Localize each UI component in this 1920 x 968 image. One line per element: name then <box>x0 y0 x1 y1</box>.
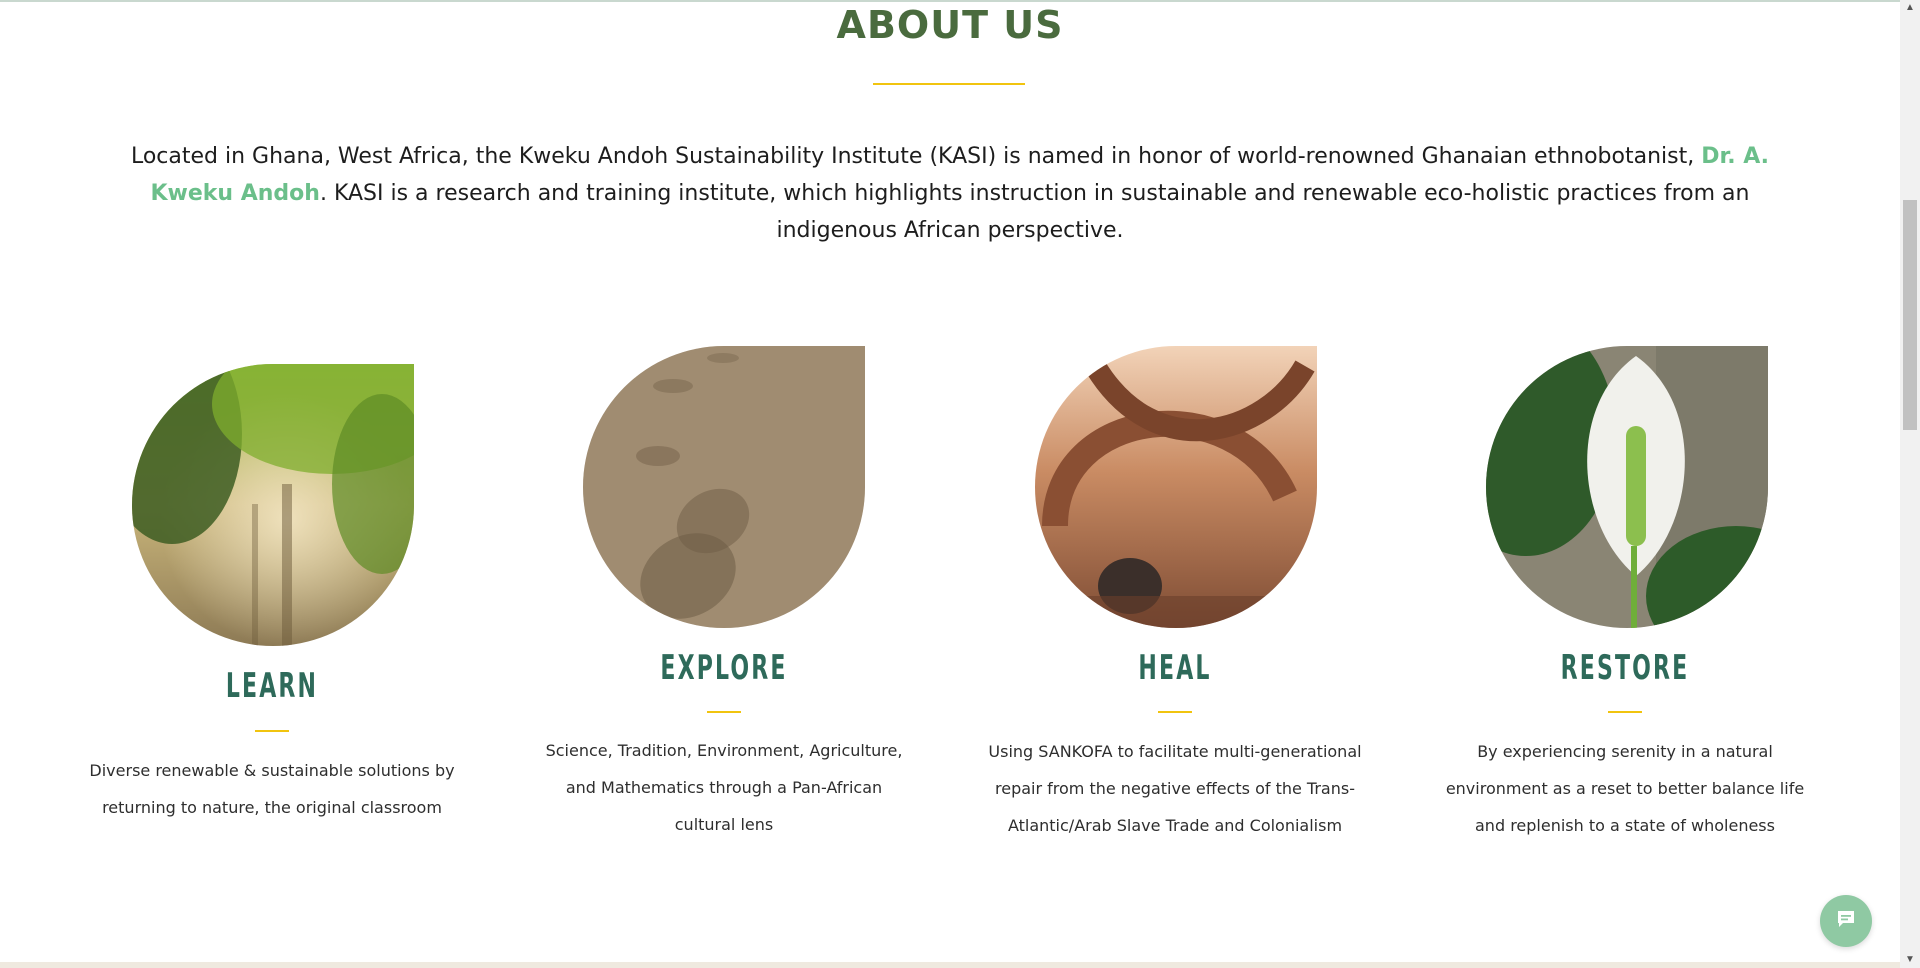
card-heal: HEAL Using SANKOFA to facilitate multi-g… <box>975 0 1375 968</box>
card-explore: EXPLORE Science, Tradition, Environment,… <box>524 0 924 968</box>
scroll-up-icon[interactable]: ▲ <box>1900 0 1920 16</box>
card-description-heal: Using SANKOFA to facilitate multi-genera… <box>988 742 1362 835</box>
about-section: ABOUT US Located in Ghana, West Africa, … <box>0 0 1900 968</box>
card-divider-restore <box>1608 711 1642 713</box>
card-divider-learn <box>255 730 289 732</box>
card-description-learn: Diverse renewable & sustainable solution… <box>89 761 455 817</box>
card-title-heal: HEAL <box>1138 648 1212 688</box>
card-divider-explore <box>707 711 741 713</box>
explore-image <box>583 346 865 628</box>
restore-image <box>1486 346 1768 628</box>
card-learn: LEARN Diverse renewable & sustainable so… <box>72 0 472 968</box>
scroll-thumb[interactable] <box>1903 200 1917 430</box>
card-restore: RESTORE By experiencing serenity in a na… <box>1425 0 1825 968</box>
scroll-down-icon[interactable]: ▼ <box>1900 952 1920 968</box>
vertical-scrollbar[interactable]: ▲ ▼ <box>1900 0 1920 968</box>
card-divider-heal <box>1158 711 1192 713</box>
card-description-restore: By experiencing serenity in a natural en… <box>1445 742 1805 835</box>
learn-image <box>132 364 414 646</box>
card-description-explore: Science, Tradition, Environment, Agricul… <box>545 741 903 834</box>
chat-button[interactable] <box>1820 895 1872 947</box>
chat-bubble-icon <box>1834 907 1858 936</box>
card-title-restore: RESTORE <box>1560 648 1690 688</box>
heal-image <box>1035 346 1317 628</box>
card-title-explore: EXPLORE <box>660 648 788 688</box>
footer-edge <box>0 962 1900 968</box>
card-title-learn: LEARN <box>225 666 319 706</box>
